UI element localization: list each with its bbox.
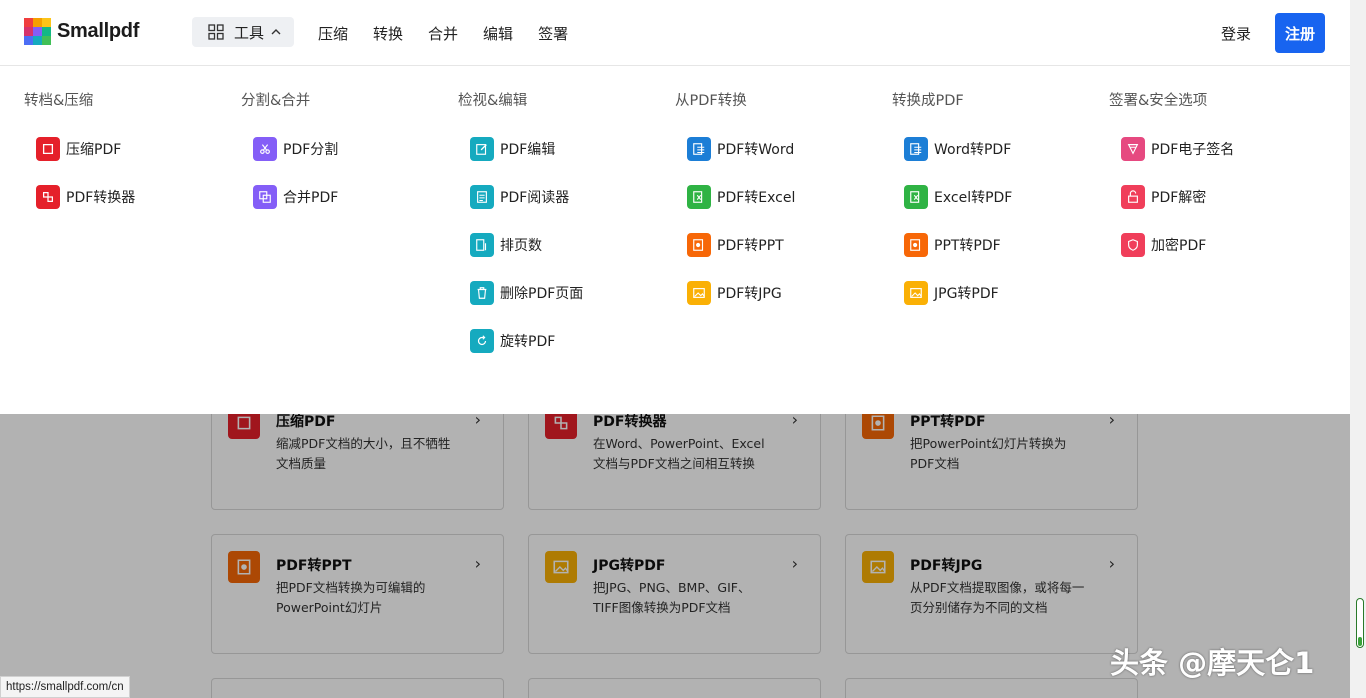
menu-item[interactable]: Excel转PDF — [904, 185, 1012, 209]
nav-edit[interactable]: 编辑 — [483, 23, 513, 44]
menu-item[interactable]: PDF转PPT — [687, 233, 784, 257]
shield-icon — [1121, 233, 1145, 257]
menu-item[interactable]: 合并PDF — [253, 185, 338, 209]
menu-column-title: 转档&压缩 — [24, 93, 94, 109]
ppt-icon — [687, 233, 711, 257]
top-header: Smallpdf 工具 压缩 转换 合并 编辑 签署 登录 注册 — [0, 0, 1350, 66]
jpg-icon — [687, 281, 711, 305]
nav-sign[interactable]: 签署 — [538, 23, 568, 44]
menu-column-title: 从PDF转换 — [675, 93, 747, 109]
menu-item-label: PPT转PDF — [934, 238, 1001, 254]
page-number-icon — [470, 233, 494, 257]
menu-item[interactable]: Word转PDF — [904, 137, 1011, 161]
ppt-icon — [904, 233, 928, 257]
menu-item-label: PDF转PPT — [717, 238, 784, 254]
menu-item-label: PDF转JPG — [717, 286, 782, 302]
scissors-icon — [253, 137, 277, 161]
word-icon — [687, 137, 711, 161]
menu-column-title: 签署&安全选项 — [1109, 93, 1208, 109]
main-nav: 压缩 转换 合并 编辑 签署 — [318, 23, 593, 44]
menu-item-label: PDF转换器 — [66, 190, 136, 206]
menu-item-label: 删除PDF页面 — [500, 286, 584, 302]
menu-item-label: PDF编辑 — [500, 142, 556, 158]
tools-mega-menu: 转档&压缩压缩PDF PDF转换器 分割&合并 PDF分割合并PDF 检视&编辑 PDF编… — [0, 66, 1350, 414]
menu-item[interactable]: JPG转PDF — [904, 281, 999, 305]
menu-item-label: 排页数 — [500, 238, 542, 254]
menu-item-label: PDF解密 — [1151, 190, 1207, 206]
trash-icon — [470, 281, 494, 305]
convert-icon — [36, 185, 60, 209]
watermark: 头条 @摩天仑1 — [1110, 646, 1315, 680]
menu-item-label: PDF电子签名 — [1151, 142, 1235, 158]
chevron-up-icon — [271, 29, 281, 35]
menu-column-title: 分割&合并 — [241, 93, 311, 109]
menu-item[interactable]: 排页数 — [470, 233, 542, 257]
menu-column-title: 转换成PDF — [892, 93, 964, 109]
menu-item[interactable]: 旋转PDF — [470, 329, 555, 353]
jpg-icon — [904, 281, 928, 305]
nav-merge[interactable]: 合并 — [428, 23, 458, 44]
menu-item-label: PDF阅读器 — [500, 190, 570, 206]
menu-item-label: 合并PDF — [283, 190, 339, 206]
reader-icon — [470, 185, 494, 209]
menu-item-label: PDF转Word — [717, 142, 795, 158]
menu-item-label: Excel转PDF — [934, 190, 1013, 206]
scrollbar-thumb[interactable] — [1356, 598, 1364, 648]
tools-dropdown-button[interactable]: 工具 — [192, 17, 294, 47]
logo[interactable]: Smallpdf — [24, 18, 139, 45]
menu-item[interactable]: 删除PDF页面 — [470, 281, 583, 305]
excel-icon — [904, 185, 928, 209]
menu-item[interactable]: PDF转Word — [687, 137, 794, 161]
menu-item-label: JPG转PDF — [934, 286, 999, 302]
nav-compress[interactable]: 压缩 — [318, 23, 348, 44]
menu-item-label: 加密PDF — [1151, 238, 1207, 254]
menu-item[interactable]: PDF转换器 — [36, 185, 135, 209]
unlock-icon — [1121, 185, 1145, 209]
compress-icon — [36, 137, 60, 161]
page-scrollbar[interactable] — [1350, 0, 1366, 698]
logo-text: Smallpdf — [57, 20, 140, 42]
menu-column-title: 检视&编辑 — [458, 93, 528, 109]
nav-convert[interactable]: 转换 — [373, 23, 403, 44]
grid-icon — [208, 24, 224, 40]
status-bar-url: https://smallpdf.com/cn — [0, 676, 130, 698]
menu-item-label: Word转PDF — [934, 142, 1012, 158]
menu-item-label: PDF分割 — [283, 142, 339, 158]
menu-item[interactable]: PDF转JPG — [687, 281, 782, 305]
tools-label: 工具 — [234, 23, 265, 42]
logo-icon — [24, 18, 51, 45]
menu-item-label: PDF转Excel — [717, 190, 796, 206]
word-icon — [904, 137, 928, 161]
signup-button[interactable]: 注册 — [1275, 13, 1325, 53]
menu-item[interactable]: PPT转PDF — [904, 233, 1001, 257]
menu-item[interactable]: 压缩PDF — [36, 137, 121, 161]
menu-item[interactable]: PDF解密 — [1121, 185, 1206, 209]
sign-icon — [1121, 137, 1145, 161]
merge-icon — [253, 185, 277, 209]
menu-item[interactable]: PDF分割 — [253, 137, 338, 161]
login-link[interactable]: 登录 — [1221, 23, 1251, 44]
menu-item[interactable]: PDF转Excel — [687, 185, 795, 209]
menu-item-label: 压缩PDF — [66, 142, 122, 158]
menu-item[interactable]: PDF编辑 — [470, 137, 555, 161]
edit-icon — [470, 137, 494, 161]
excel-icon — [687, 185, 711, 209]
menu-item[interactable]: PDF电子签名 — [1121, 137, 1234, 161]
menu-item[interactable]: PDF阅读器 — [470, 185, 569, 209]
menu-item-label: 旋转PDF — [500, 334, 556, 350]
rotate-icon — [470, 329, 494, 353]
menu-item[interactable]: 加密PDF — [1121, 233, 1206, 257]
